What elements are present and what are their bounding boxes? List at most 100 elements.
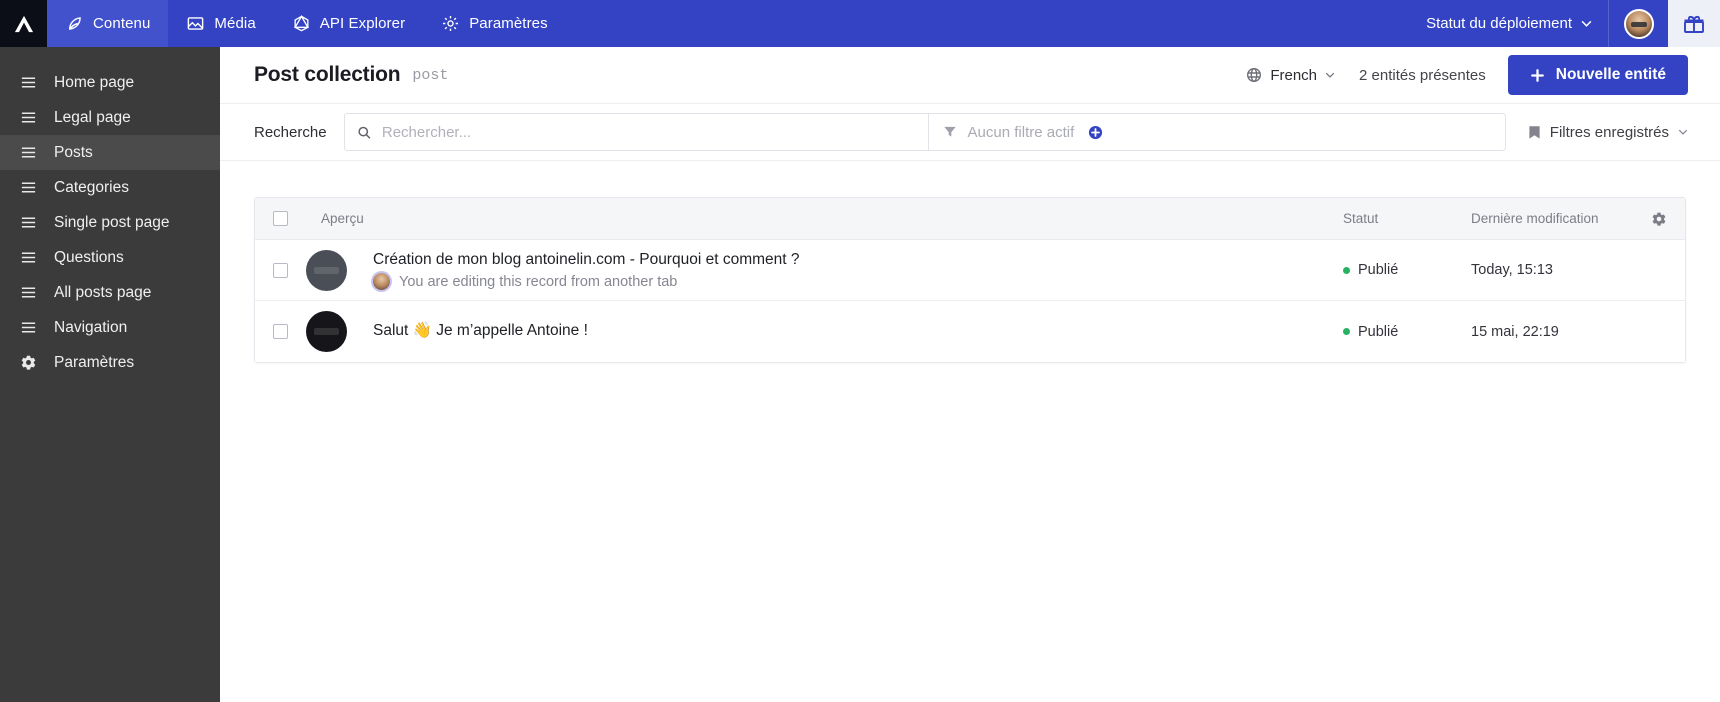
gift-icon (1684, 15, 1704, 33)
row-title: Salut 👋 Je m’appelle Antoine ! (373, 322, 588, 340)
user-avatar-button[interactable] (1608, 0, 1668, 47)
sidebar-item-parametres[interactable]: Paramètres (0, 345, 220, 380)
row-modified-cell: 15 mai, 22:19 (1471, 323, 1559, 340)
table-header-row: Aperçu Statut Dernière modification (255, 198, 1685, 240)
filter-box[interactable]: Aucun filtre actif (928, 113, 1506, 151)
sidebar-item-legal-page[interactable]: Legal page (0, 100, 220, 135)
app-logo[interactable] (0, 0, 47, 47)
gift-button[interactable] (1668, 0, 1720, 47)
list-icon (21, 217, 36, 228)
nav-label: Paramètres (469, 15, 548, 32)
row-thumbnail (306, 311, 347, 352)
row-checkbox[interactable] (273, 324, 288, 339)
row-preview-cell: Création de mon blog antoinelin.com - Po… (288, 249, 1343, 291)
deployment-status-dropdown[interactable]: Statut du déploiement (1410, 0, 1608, 47)
status-badge: Publié (1358, 323, 1399, 340)
language-label: French (1270, 66, 1317, 84)
list-icon (21, 182, 36, 193)
sidebar-item-questions[interactable]: Questions (0, 240, 220, 275)
graphql-icon (293, 15, 309, 32)
row-checkbox[interactable] (273, 262, 288, 278)
select-all-checkbox[interactable] (273, 211, 288, 226)
plus-circle-icon[interactable] (1088, 125, 1103, 140)
sidebar-item-single-post-page[interactable]: Single post page (0, 205, 220, 240)
chevron-down-icon (1325, 72, 1335, 78)
row-status-cell: Publié (1343, 324, 1471, 340)
top-navigation-bar: Contenu Média API Explorer Paramètres St… (0, 0, 1720, 47)
plus-icon (1530, 68, 1544, 82)
feather-icon (69, 17, 81, 30)
sidebar-item-label: Legal page (54, 108, 131, 126)
search-label: Recherche (254, 123, 327, 141)
search-input[interactable] (381, 123, 916, 141)
main-content: Post collection post French 2 entités pr… (220, 47, 1720, 702)
saved-filters-dropdown[interactable]: Filtres enregistrés (1528, 124, 1688, 141)
new-entity-button[interactable]: Nouvelle entité (1507, 55, 1688, 95)
avatar (1623, 8, 1654, 39)
sidebar-item-posts[interactable]: Posts (0, 135, 220, 170)
sidebar-item-label: Categories (54, 178, 129, 196)
new-entity-label: Nouvelle entité (1555, 66, 1666, 83)
globe-icon (1247, 67, 1262, 83)
page-slug: post (412, 66, 449, 84)
language-selector[interactable]: French (1232, 67, 1349, 84)
search-filter-bar: Recherche Aucun filtre actif Filtres enr… (220, 104, 1720, 161)
list-icon (21, 322, 36, 333)
sidebar-item-label: Posts (54, 143, 93, 161)
status-badge: Publié (1358, 262, 1399, 278)
deployment-status-label: Statut du déploiement (1426, 15, 1572, 32)
sidebar-item-label: Single post page (54, 213, 170, 231)
nav-label: Média (214, 15, 256, 32)
row-preview-cell: Salut 👋 Je m’appelle Antoine ! (288, 311, 1343, 352)
bookmark-icon (1529, 125, 1540, 139)
entity-count: 2 entités présentes (1359, 66, 1486, 84)
nav-item-contenu[interactable]: Contenu (47, 0, 169, 47)
table-row[interactable]: Création de mon blog antoinelin.com - Po… (255, 240, 1685, 301)
sidebar-item-all-posts-page[interactable]: All posts page (0, 275, 220, 310)
list-icon (21, 252, 36, 263)
page-header: Post collection post French 2 entités pr… (220, 47, 1720, 104)
row-text-group: Création de mon blog antoinelin.com - Po… (347, 250, 800, 291)
nav-label: API Explorer (319, 15, 406, 32)
sidebar-item-label: Paramètres (54, 353, 135, 371)
nav-item-parametres[interactable]: Paramètres (423, 0, 566, 47)
page-title: Post collection (254, 63, 401, 86)
sidebar-item-label: Home page (54, 73, 135, 91)
row-text-group: Salut 👋 Je m’appelle Antoine ! (347, 321, 588, 342)
gear-icon (1652, 212, 1666, 226)
row-subtitle: You are editing this record from another… (399, 273, 678, 290)
saved-filters-label: Filtres enregistrés (1549, 123, 1669, 141)
nav-item-media[interactable]: Média (168, 0, 273, 47)
aleph-logo-icon (14, 15, 33, 32)
column-header-preview: Aperçu (321, 211, 364, 226)
funnel-icon (943, 126, 956, 137)
filter-status-text: Aucun filtre actif (967, 123, 1075, 141)
nav-item-api-explorer[interactable]: API Explorer (274, 0, 423, 47)
image-icon (188, 17, 204, 30)
nav-label: Contenu (93, 15, 151, 32)
table-area: Aperçu Statut Dernière modification Créa… (220, 161, 1720, 363)
list-icon (21, 77, 36, 88)
row-modified-cell: Today, 15:13 (1471, 262, 1553, 278)
top-nav-items: Contenu Média API Explorer Paramètres (47, 0, 566, 47)
entities-table: Aperçu Statut Dernière modification Créa… (254, 197, 1686, 363)
row-title: Création de mon blog antoinelin.com - Po… (373, 250, 800, 268)
sidebar: Home page Legal page Posts Categories Si… (0, 47, 220, 702)
sidebar-item-home-page[interactable]: Home page (0, 65, 220, 100)
topbar-right-group: Statut du déploiement (1410, 0, 1720, 47)
table-settings-button[interactable] (1639, 211, 1667, 227)
search-box[interactable] (343, 113, 929, 151)
list-icon (21, 147, 36, 158)
chevron-down-icon (1678, 129, 1688, 135)
search-icon (357, 126, 370, 139)
table-row[interactable]: Salut 👋 Je m’appelle Antoine ! Publié 15… (255, 301, 1685, 362)
status-dot-icon (1343, 266, 1350, 274)
column-header-status: Statut (1343, 211, 1379, 226)
editing-user-avatar (373, 273, 390, 291)
sidebar-item-categories[interactable]: Categories (0, 170, 220, 205)
sidebar-item-navigation[interactable]: Navigation (0, 310, 220, 345)
sidebar-item-label: All posts page (54, 283, 152, 301)
status-dot-icon (1343, 328, 1350, 335)
page-header-actions: French 2 entités présentes Nouvelle enti… (1232, 55, 1688, 95)
chevron-down-icon (1581, 20, 1592, 27)
